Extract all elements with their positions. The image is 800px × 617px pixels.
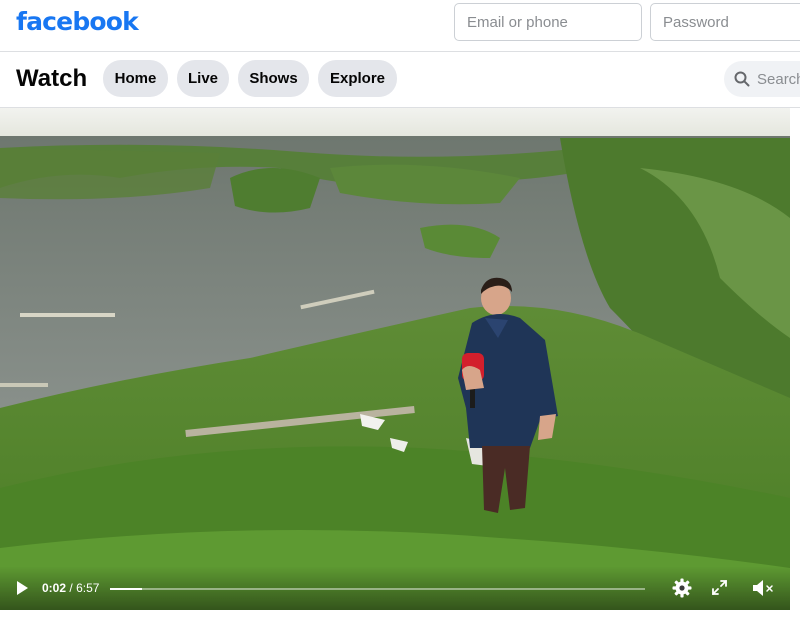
tab-explore[interactable]: Explore bbox=[318, 60, 397, 97]
volume-muted-icon[interactable] bbox=[752, 579, 776, 597]
time-separator: / bbox=[69, 581, 73, 595]
fullscreen-icon[interactable] bbox=[711, 579, 728, 596]
password-field[interactable] bbox=[650, 3, 800, 41]
time-display: 0:02 / 6:57 bbox=[42, 581, 99, 595]
watch-header: Watch Home Live Shows Explore Search bbox=[0, 52, 800, 108]
gear-icon[interactable] bbox=[672, 578, 692, 598]
facebook-logo[interactable]: facebook bbox=[16, 7, 139, 36]
top-navbar: facebook bbox=[0, 0, 800, 52]
search-placeholder: Search bbox=[757, 70, 800, 88]
progress-fill bbox=[110, 588, 143, 590]
search-icon bbox=[734, 71, 750, 87]
current-time: 0:02 bbox=[42, 581, 67, 595]
play-icon[interactable] bbox=[14, 580, 30, 596]
email-field[interactable] bbox=[454, 3, 642, 41]
progress-bar[interactable] bbox=[110, 588, 645, 590]
search-box[interactable]: Search bbox=[724, 61, 800, 97]
tab-home[interactable]: Home bbox=[103, 60, 168, 97]
tab-live[interactable]: Live bbox=[177, 60, 229, 97]
page-title: Watch bbox=[16, 65, 88, 92]
duration: 6:57 bbox=[76, 581, 100, 595]
tab-shows[interactable]: Shows bbox=[238, 60, 309, 97]
video-controls: 0:02 / 6:57 bbox=[0, 566, 790, 610]
video-frame bbox=[0, 108, 790, 610]
video-player[interactable]: 0:02 / 6:57 bbox=[0, 108, 790, 610]
